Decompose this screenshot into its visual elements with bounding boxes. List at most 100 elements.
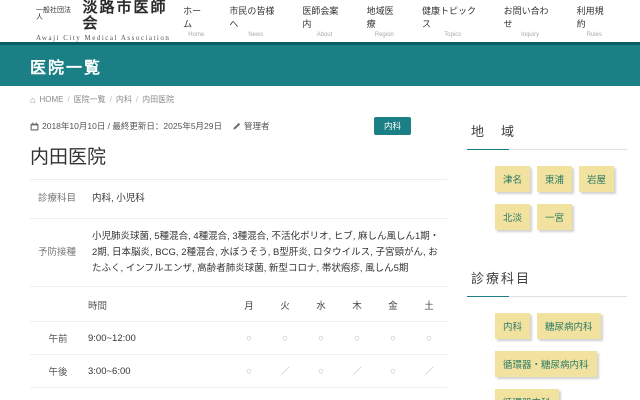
article-meta: 2018年10月10日 / 最終更新日：2025年5月29日 管理者 内科: [30, 117, 447, 135]
schedule-mark: ○: [231, 355, 267, 388]
info-label: 予防接種: [30, 234, 84, 272]
content-area: 2018年10月10日 / 最終更新日：2025年5月29日 管理者 内科 内田…: [0, 105, 640, 400]
breadcrumb-clinic-list[interactable]: 医院一覧: [74, 94, 106, 105]
nav-sublabel: News: [248, 32, 263, 38]
category-badge[interactable]: 内科: [374, 117, 411, 135]
region-tag-hokudan[interactable]: 北淡: [495, 204, 530, 230]
main-nav: ホーム Home 市民の皆様へ News 医師会案内 About 地域医療 Re…: [183, 4, 612, 38]
meta-author: 管理者: [232, 120, 270, 132]
info-value: 小児肺炎球菌, 5種混合, 4種混合, 3種混合, 不活化ポリオ, ヒブ, 麻し…: [84, 219, 447, 286]
sidebar-section-departments: 診療科目 内科 糖尿病内科 循環器・糖尿病内科 循環器内科 消化器内科 糖尿病・…: [467, 268, 635, 400]
region-tag-higashiura[interactable]: 東浦: [537, 166, 572, 192]
period-time: 3:00~6:00: [86, 355, 231, 388]
department-tag-diabetes[interactable]: 糖尿病内科: [537, 313, 601, 339]
breadcrumb-separator: /: [110, 95, 112, 104]
schedule-mark: ○: [303, 355, 339, 388]
region-tag-list: 津名 東浦 岩屋 北淡 一宮: [495, 166, 633, 242]
schedule-mark: ／: [267, 355, 303, 388]
nav-label: お問い合わせ: [504, 4, 557, 30]
clinic-article: 2018年10月10日 / 最終更新日：2025年5月29日 管理者 内科 内田…: [30, 117, 447, 400]
sidebar-departments-title: 診療科目: [467, 268, 635, 287]
department-tag-cardiology[interactable]: 循環器内科: [495, 389, 559, 400]
logo-text-row: 一般社団法人 淡路市医師会: [36, 0, 183, 33]
day-header-thu: 木: [339, 289, 375, 322]
breadcrumb-separator: /: [67, 95, 69, 104]
nav-sublabel: Region: [375, 32, 394, 38]
schedule-row-morning: 午前 9:00~12:00 ○ ○ ○ ○ ○ ○: [30, 322, 447, 355]
schedule-mark: ／: [411, 355, 447, 388]
schedule-header: 時間 月 火 水 木 金 土: [30, 289, 447, 322]
day-header-tue: 火: [267, 289, 303, 322]
department-tag-internal[interactable]: 内科: [495, 313, 530, 339]
breadcrumb: ⌂ HOME / 医院一覧 / 内科 / 内田医院: [0, 86, 640, 105]
breadcrumb-current: 内田医院: [142, 94, 174, 105]
site-logo[interactable]: 一般社団法人 淡路市医師会 Awaji City Medical Associa…: [36, 0, 183, 42]
nav-label: 市民の皆様へ: [229, 4, 282, 30]
meta-dates: 2018年10月10日 / 最終更新日：2025年5月29日: [42, 120, 222, 132]
schedule-body: 午前 9:00~12:00 ○ ○ ○ ○ ○ ○ 午後 3:00~6:00 ○…: [30, 322, 447, 388]
department-tag-list: 内科 糖尿病内科 循環器・糖尿病内科 循環器内科 消化器内科 糖尿病・甲状腺内科: [495, 313, 633, 400]
nav-item-region[interactable]: 地域医療 Region: [367, 4, 402, 38]
region-tag-tsuna[interactable]: 津名: [495, 166, 530, 192]
schedule-mark: ○: [375, 322, 411, 355]
schedule-corner-cell: [30, 289, 86, 322]
schedule-table: 時間 月 火 水 木 金 土 午前 9:00~12:00 ○ ○ ○ ○ ○: [30, 289, 447, 388]
site-header: 一般社団法人 淡路市医師会 Awaji City Medical Associa…: [0, 0, 640, 42]
period-label: 午前: [30, 322, 86, 355]
schedule-mark: ○: [411, 322, 447, 355]
nav-label: ホーム: [183, 4, 209, 30]
nav-sublabel: About: [317, 32, 333, 38]
home-icon: ⌂: [30, 95, 35, 105]
info-row-departments: 診療科目 内科, 小児科: [30, 180, 447, 219]
pencil-icon: [232, 122, 241, 131]
schedule-mark: ○: [375, 355, 411, 388]
day-header-wed: 水: [303, 289, 339, 322]
info-label: 診療科目: [30, 180, 84, 218]
info-row-vaccinations: 予防接種 小児肺炎球菌, 5種混合, 4種混合, 3種混合, 不活化ポリオ, ヒ…: [30, 219, 447, 287]
page-banner: 医院一覧: [0, 42, 640, 86]
schedule-mark: ○: [303, 322, 339, 355]
sidebar-title-rule: [467, 296, 627, 297]
breadcrumb-home[interactable]: HOME: [39, 95, 63, 104]
nav-item-about[interactable]: 医師会案内 About: [302, 4, 346, 38]
period-label: 午後: [30, 355, 86, 388]
schedule-row-afternoon: 午後 3:00~6:00 ○ ／ ○ ／ ○ ／: [30, 355, 447, 388]
info-value: 内科, 小児科: [84, 181, 447, 217]
nav-label: 地域医療: [367, 4, 402, 30]
sidebar-region-title: 地 域: [467, 121, 635, 140]
sidebar-section-region: 地 域 津名 東浦 岩屋 北淡 一宮: [467, 121, 635, 242]
day-header-sat: 土: [411, 289, 447, 322]
time-column-header: 時間: [86, 289, 231, 322]
department-tag-cardio-diabetes[interactable]: 循環器・糖尿病内科: [495, 351, 597, 377]
author-name: 管理者: [244, 120, 270, 132]
org-name: 淡路市医師会: [82, 0, 183, 33]
breadcrumb-category[interactable]: 内科: [116, 94, 132, 105]
schedule-mark: ○: [267, 322, 303, 355]
day-header-fri: 金: [375, 289, 411, 322]
org-prefix: 一般社団法人: [36, 7, 77, 22]
calendar-icon: [30, 122, 39, 131]
nav-label: 医師会案内: [302, 4, 346, 30]
nav-sublabel: Inquiry: [521, 32, 539, 38]
schedule-header-row: 時間 月 火 水 木 金 土: [30, 289, 447, 322]
nav-item-topics[interactable]: 健康トピックス Topics: [422, 4, 484, 38]
schedule-mark: ○: [231, 322, 267, 355]
schedule-mark: ○: [339, 322, 375, 355]
nav-item-rules[interactable]: 利用規約 Rules: [577, 4, 612, 38]
nav-item-inquiry[interactable]: お問い合わせ Inquiry: [504, 4, 557, 38]
nav-sublabel: Home: [188, 32, 204, 38]
region-tag-ichinomiya[interactable]: 一宮: [537, 204, 572, 230]
region-tag-iwaya[interactable]: 岩屋: [579, 166, 614, 192]
period-time: 9:00~12:00: [86, 322, 231, 355]
nav-label: 健康トピックス: [422, 4, 484, 30]
schedule-mark: ／: [339, 355, 375, 388]
nav-label: 利用規約: [577, 4, 612, 30]
org-name-en: Awaji City Medical Association: [36, 35, 183, 43]
nav-sublabel: Topics: [444, 32, 461, 38]
page-title: 医院一覧: [30, 54, 102, 78]
clinic-name-title: 内田医院: [30, 142, 447, 180]
nav-sublabel: Rules: [587, 32, 602, 38]
sidebar: 地 域 津名 東浦 岩屋 北淡 一宮 診療科目 内科 糖尿病内科 循環器・糖尿病…: [467, 117, 635, 400]
nav-item-news[interactable]: 市民の皆様へ News: [229, 4, 282, 38]
nav-item-home[interactable]: ホーム Home: [183, 4, 209, 38]
